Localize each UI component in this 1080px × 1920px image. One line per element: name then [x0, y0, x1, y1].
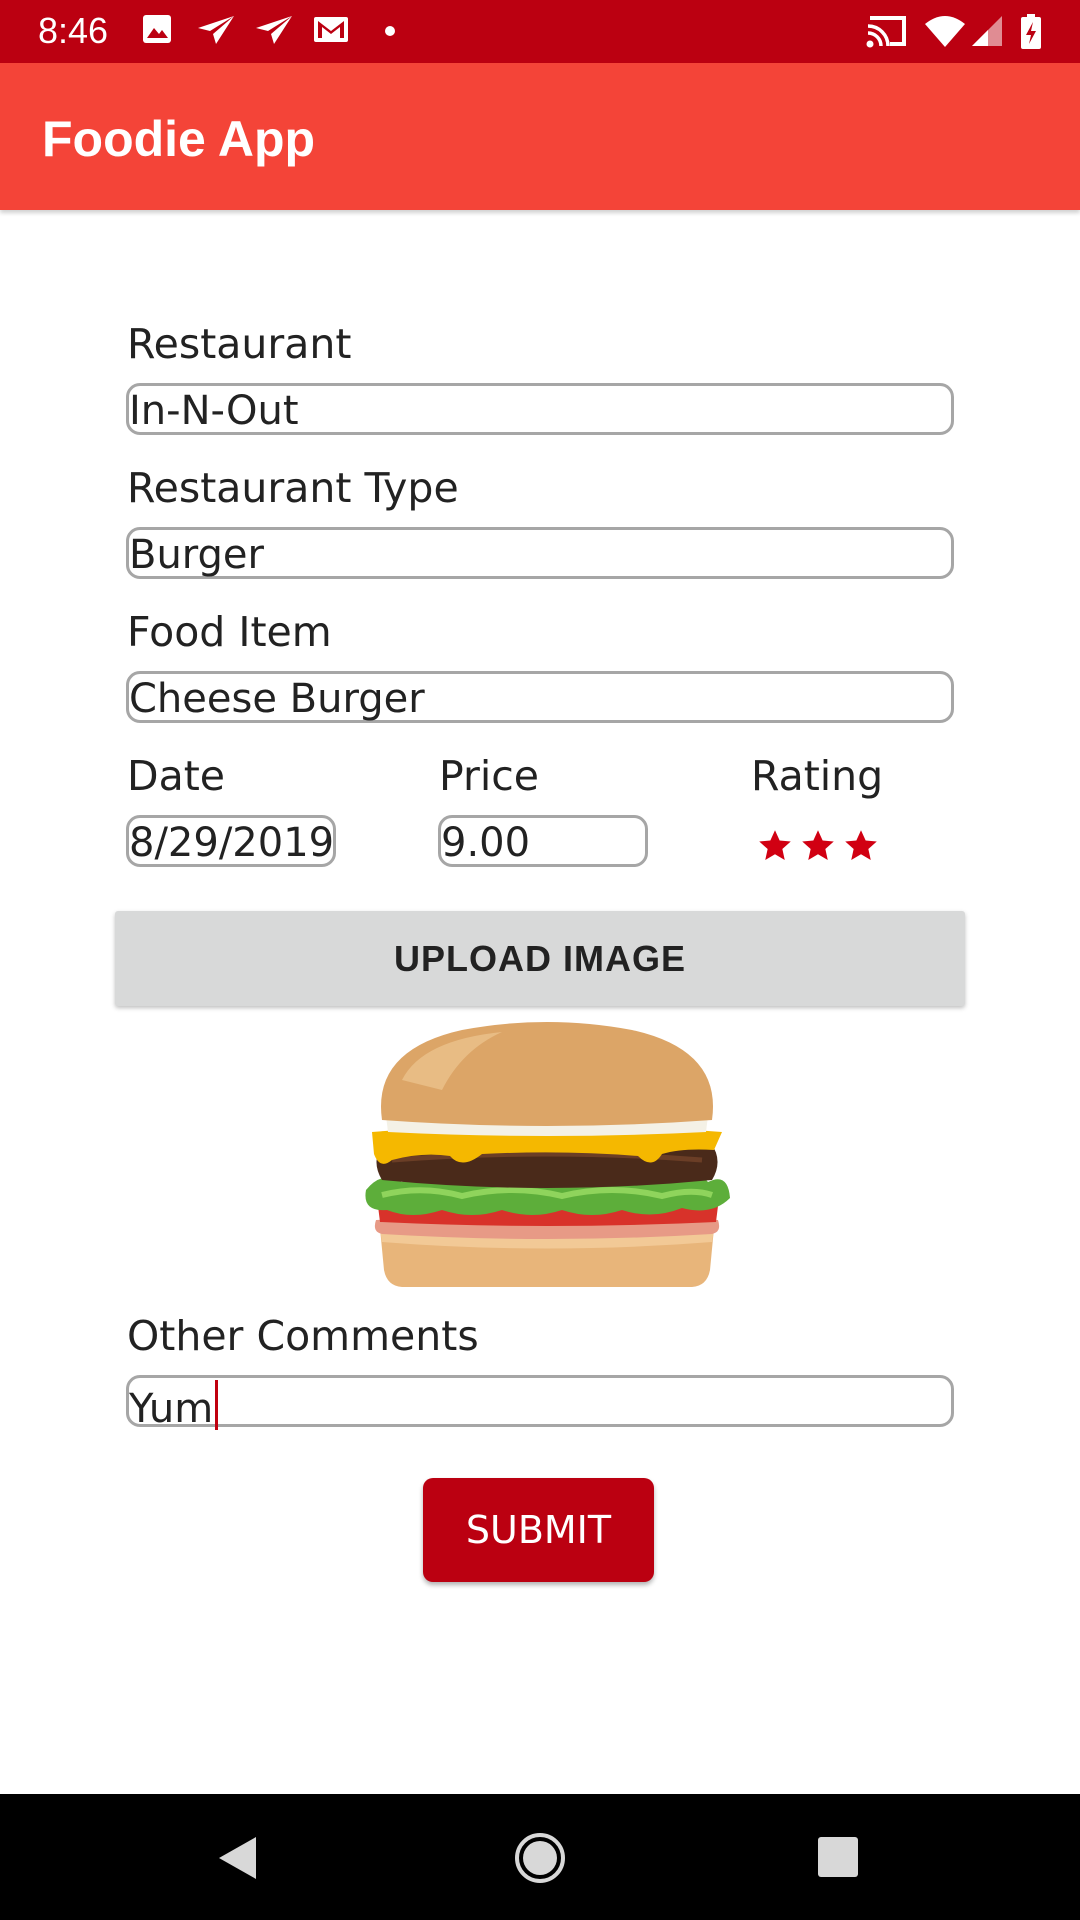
price-input[interactable]: 9.00: [438, 815, 648, 867]
rating-label: Rating: [751, 752, 884, 800]
back-icon[interactable]: [216, 1834, 260, 1882]
upload-image-label: UPLOAD IMAGE: [393, 937, 686, 979]
navigation-bar: [0, 1794, 1080, 1920]
restaurant-type-label: Restaurant Type: [127, 464, 459, 512]
date-input-value: 8/29/2019: [129, 820, 335, 866]
price-label: Price: [439, 752, 540, 800]
restaurant-input[interactable]: In-N-Out: [126, 383, 954, 435]
gmail-icon: [314, 17, 348, 42]
date-input[interactable]: 8/29/2019: [126, 815, 336, 867]
restaurant-input-value: In-N-Out: [129, 388, 299, 434]
text-cursor: [215, 1380, 219, 1430]
image-icon: [143, 15, 171, 43]
signal-icon: [972, 16, 1002, 46]
battery-charging-icon: [1021, 14, 1041, 49]
home-icon[interactable]: [514, 1832, 566, 1884]
date-label: Date: [127, 752, 225, 800]
star-icon[interactable]: [800, 828, 836, 864]
food-item-label: Food Item: [127, 608, 332, 656]
recents-icon[interactable]: [817, 1836, 859, 1878]
status-time: 8:46: [38, 10, 109, 51]
rating-stars[interactable]: [757, 828, 879, 874]
dot-icon: [385, 26, 395, 36]
submit-label: SUBMIT: [465, 1508, 612, 1552]
app-bar: Foodie App: [0, 63, 1080, 210]
send-icon: [256, 16, 292, 44]
restaurant-type-input[interactable]: Burger: [126, 527, 954, 579]
comments-input-value: Yum: [129, 1386, 214, 1432]
app-title: Foodie App: [42, 111, 316, 167]
other-comments-label: Other Comments: [127, 1312, 479, 1360]
restaurant-type-input-value: Burger: [129, 532, 264, 578]
food-item-input[interactable]: Cheese Burger: [126, 671, 954, 723]
status-bar: 8:46: [0, 0, 1080, 63]
star-icon[interactable]: [843, 828, 879, 864]
send-icon: [198, 16, 234, 44]
cast-icon: [866, 16, 906, 48]
submit-button[interactable]: SUBMIT: [423, 1478, 654, 1582]
burger-image: [365, 1022, 730, 1287]
wifi-icon: [925, 16, 965, 47]
upload-image-button[interactable]: UPLOAD IMAGE: [115, 911, 965, 1006]
star-icon[interactable]: [757, 828, 793, 864]
restaurant-label: Restaurant: [127, 320, 352, 368]
price-input-value: 9.00: [441, 820, 531, 866]
comments-input[interactable]: Yum: [126, 1375, 954, 1432]
comments-input-text: Yum: [129, 1380, 219, 1432]
food-item-input-value: Cheese Burger: [129, 676, 425, 722]
